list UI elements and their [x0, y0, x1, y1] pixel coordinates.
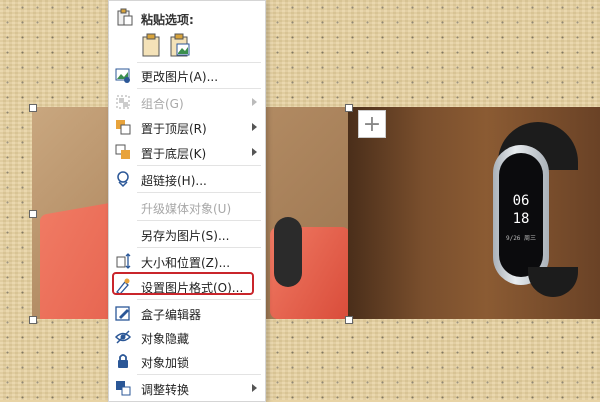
- paste-as-picture-icon[interactable]: [169, 33, 191, 57]
- submenu-arrow-icon: [252, 148, 257, 156]
- band-shape: [274, 217, 302, 287]
- resize-handle[interactable]: [29, 104, 37, 112]
- resize-handle[interactable]: [29, 316, 37, 324]
- resize-handle[interactable]: [345, 316, 353, 324]
- bring-to-front-icon: [114, 118, 132, 136]
- submenu-arrow-icon: [252, 384, 257, 392]
- tracker-minute: 18: [512, 211, 530, 227]
- menu-item-change-picture[interactable]: 更改图片(A)...: [109, 63, 265, 87]
- menu-separator: [137, 88, 261, 89]
- menu-item-label: 盒子编辑器: [141, 308, 202, 322]
- submenu-arrow-icon: [252, 123, 257, 131]
- menu-separator: [137, 299, 261, 300]
- band-bottom-shape: [528, 267, 578, 297]
- eye-hidden-icon: [114, 328, 132, 346]
- menu-item-label: 大小和位置(Z)...: [141, 256, 231, 270]
- menu-item-adjust-convert[interactable]: 调整转换: [109, 376, 265, 400]
- menu-item-label: 更改图片(A)...: [141, 70, 219, 84]
- send-to-back-icon: [114, 143, 132, 161]
- menu-separator: [137, 374, 261, 375]
- change-picture-icon: [114, 66, 132, 84]
- menu-item-label: 另存为图片(S)...: [141, 229, 230, 243]
- resize-handle[interactable]: [29, 210, 37, 218]
- submenu-arrow-icon: [252, 98, 257, 106]
- hyperlink-icon: [114, 170, 132, 188]
- menu-item-label: 对象加锁: [141, 356, 190, 370]
- menu-item-label: 组合(G): [141, 97, 184, 111]
- menu-item-save-as-picture[interactable]: 另存为图片(S)...: [109, 222, 265, 246]
- menu-item-hide-object[interactable]: 对象隐藏: [109, 325, 265, 349]
- menu-separator: [137, 247, 261, 248]
- tracker-picture[interactable]: 06 18 9/26 周三: [348, 107, 600, 319]
- tracker-screen: 06 18 9/26 周三: [499, 153, 543, 277]
- paste-options-label: 粘贴选项:: [141, 13, 194, 27]
- menu-item-hyperlink[interactable]: 超链接(H)...: [109, 167, 265, 191]
- lock-icon: [114, 352, 132, 370]
- menu-item-label: 置于底层(K): [141, 147, 207, 161]
- menu-item-label: 超链接(H)...: [141, 174, 207, 188]
- size-position-icon: [114, 252, 132, 270]
- tracker-date: 9/26 周三: [505, 235, 537, 242]
- tracker-hour: 06: [512, 193, 530, 209]
- menu-item-upgrade-media[interactable]: 升级媒体对象(U): [109, 195, 265, 219]
- paste-keep-format-icon[interactable]: [141, 33, 163, 57]
- menu-item-label: 调整转换: [141, 383, 190, 397]
- menu-item-label: 对象隐藏: [141, 332, 190, 346]
- menu-item-bring-to-front[interactable]: 置于顶层(R): [109, 115, 265, 139]
- menu-item-size-position[interactable]: 大小和位置(Z)...: [109, 249, 265, 273]
- menu-item-label: 升级媒体对象(U): [141, 202, 232, 216]
- menu-item-send-to-back[interactable]: 置于底层(K): [109, 140, 265, 164]
- menu-item-lock-object[interactable]: 对象加锁: [109, 349, 265, 373]
- box-editor-icon: [114, 304, 132, 322]
- paste-options-header: 粘贴选项:: [109, 6, 265, 30]
- adjust-convert-icon: [114, 379, 132, 397]
- add-icon[interactable]: +: [358, 110, 386, 138]
- menu-item-box-editor[interactable]: 盒子编辑器: [109, 301, 265, 325]
- menu-item-group[interactable]: 组合(G): [109, 90, 265, 114]
- group-icon: [114, 93, 132, 111]
- menu-separator: [137, 165, 261, 166]
- menu-separator: [137, 220, 261, 221]
- resize-handle[interactable]: [345, 104, 353, 112]
- clipboard-icon: [117, 8, 133, 26]
- context-menu: 粘贴选项: 更改图片(A)... 组合(G) 置于顶层(R) 置于底层(K) 超…: [108, 0, 266, 402]
- menu-separator: [137, 192, 261, 193]
- menu-item-label: 置于顶层(R): [141, 122, 207, 136]
- highlight-box: [112, 272, 254, 295]
